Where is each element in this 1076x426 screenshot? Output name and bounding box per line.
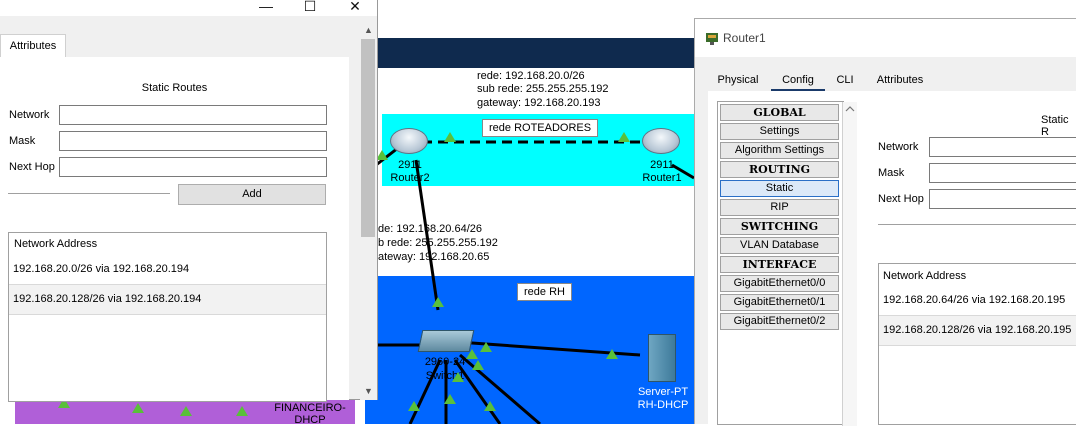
window-titlebar[interactable]: — ☐ ✕ [0, 0, 377, 16]
router-icon[interactable] [390, 128, 428, 154]
router1-config-window: Router1 Physical Config CLI Attributes G… [694, 18, 1076, 426]
section-title: Static R [1041, 114, 1069, 138]
static-routes-panel: Static Routes Network Mask Next Hop Add … [0, 57, 349, 402]
nav-item-gig0[interactable]: GigabitEthernet0/0 [720, 275, 839, 292]
router-net-line1: rede: 192.168.20.0/26 [477, 70, 585, 82]
router2-name: Router2 [390, 172, 430, 184]
mask-input[interactable] [59, 131, 327, 151]
nav-switching-heading: SWITCHING [720, 218, 839, 235]
add-button[interactable]: Add [178, 184, 326, 205]
config-nav-list[interactable]: GLOBAL Settings Algorithm Settings ROUTI… [717, 101, 857, 426]
server-name: RH-DHCP [637, 399, 689, 411]
link-status-icon [444, 132, 456, 142]
routes-list[interactable]: Network Address 192.168.20.64/26 via 192… [878, 263, 1076, 425]
link-status-icon [466, 349, 478, 359]
link-status-icon [480, 342, 492, 352]
link-status-icon [444, 394, 456, 404]
router-app-icon [706, 33, 718, 45]
window-title: Router1 [723, 31, 766, 45]
mask-label: Mask [878, 167, 905, 179]
server-model: Server-PT [637, 386, 689, 398]
link-status-icon [132, 403, 144, 413]
financeiro-label: FINANCEIRO-DHCP [274, 402, 346, 426]
next-hop-input[interactable] [929, 189, 1076, 209]
window-titlebar[interactable]: Router1 [695, 19, 1076, 57]
nav-item-settings[interactable]: Settings [720, 123, 839, 140]
divider [878, 224, 1076, 225]
router2-model: 2911 [398, 159, 422, 171]
network-input[interactable] [929, 137, 1076, 157]
rh-net-line3: ateway: 192.168.20.65 [378, 251, 490, 263]
server-icon[interactable] [648, 334, 676, 382]
router-net-line2: sub rede: 255.255.255.192 [477, 83, 609, 95]
nav-global-heading: GLOBAL [720, 104, 839, 121]
scroll-up-icon[interactable]: ▲ [360, 22, 377, 39]
nav-item-gig2[interactable]: GigabitEthernet0/2 [720, 313, 839, 330]
link-status-icon [606, 349, 618, 359]
nav-routing-heading: ROUTING [720, 161, 839, 178]
rh-net-line2: b rede: 255.255.255.192 [378, 237, 498, 249]
tab-attributes[interactable]: Attributes [869, 71, 931, 91]
nav-scrollbar[interactable] [842, 102, 857, 426]
rede-roteadores-label: rede ROTEADORES [482, 119, 599, 137]
link-status-icon [432, 297, 444, 307]
router-net-line3: gateway: 192.168.20.193 [477, 97, 601, 109]
router-icon[interactable] [642, 128, 680, 154]
router1-name: Router1 [642, 172, 682, 184]
maximize-icon[interactable]: ☐ [290, 0, 330, 14]
tab-cli[interactable]: CLI [831, 71, 859, 91]
scroll-thumb[interactable] [361, 39, 375, 237]
network-input[interactable] [59, 105, 327, 125]
mask-label: Mask [9, 135, 36, 147]
close-icon[interactable]: ✕ [335, 0, 375, 14]
router2-config-window: — ☐ ✕ Attributes Static Routes Network M… [0, 0, 378, 402]
router1-model: 2911 [650, 159, 674, 171]
next-hop-input[interactable] [59, 157, 327, 177]
link-status-icon [472, 360, 484, 370]
route-row[interactable]: 192.168.20.128/26 via 192.168.20.195 [879, 316, 1076, 346]
network-label: Network [878, 141, 919, 153]
route-row[interactable]: 192.168.20.128/26 via 192.168.20.194 [9, 285, 326, 315]
switch1-name: Switch1 [425, 370, 465, 382]
network-label: Network [9, 109, 50, 121]
rede-rh-label: rede RH [517, 283, 572, 301]
route-row[interactable]: 192.168.20.0/26 via 192.168.20.194 [9, 255, 326, 285]
rh-net-line1: de: 192.168.20.64/26 [378, 223, 482, 235]
routes-list[interactable]: Network Address 192.168.20.0/26 via 192.… [8, 232, 327, 402]
nav-item-vlan-database[interactable]: VLAN Database [720, 237, 839, 254]
scroll-up-icon[interactable] [843, 102, 857, 116]
next-hop-label: Next Hop [9, 161, 55, 173]
link-status-icon [484, 401, 496, 411]
tab-attributes[interactable]: Attributes [0, 34, 66, 58]
link-status-icon [236, 406, 248, 416]
route-row[interactable]: 192.168.20.64/26 via 192.168.20.195 [879, 286, 1076, 316]
link-status-icon [180, 406, 192, 416]
nav-item-gig1[interactable]: GigabitEthernet0/1 [720, 294, 839, 311]
nav-item-static[interactable]: Static [720, 180, 839, 197]
list-header: Network Address [14, 238, 98, 250]
next-hop-label: Next Hop [878, 193, 924, 205]
nav-item-rip[interactable]: RIP [720, 199, 839, 216]
section-title: Static Routes [141, 82, 208, 94]
scrollbar[interactable]: ▲ ▼ [360, 22, 377, 400]
link-status-icon [452, 372, 464, 382]
minimize-icon[interactable]: — [246, 0, 286, 14]
tab-physical[interactable]: Physical [713, 71, 763, 91]
nav-item-algorithm-settings[interactable]: Algorithm Settings [720, 142, 839, 159]
link-status-icon [618, 132, 630, 142]
link-status-icon [408, 401, 420, 411]
nav-interface-heading: INTERFACE [720, 256, 839, 273]
tab-config[interactable]: Config [771, 71, 825, 92]
mask-input[interactable] [929, 163, 1076, 183]
list-header: Network Address [883, 270, 967, 282]
scroll-down-icon[interactable]: ▼ [360, 383, 377, 400]
divider [8, 193, 170, 194]
